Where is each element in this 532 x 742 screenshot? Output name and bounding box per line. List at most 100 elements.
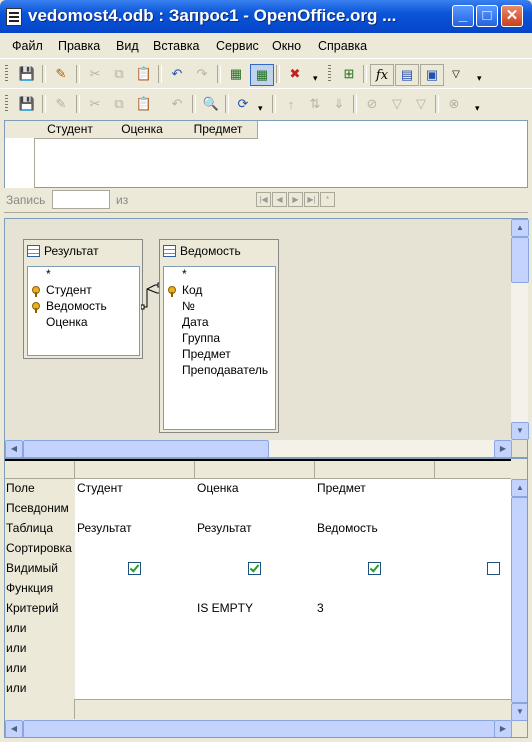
- cut-icon[interactable]: ✂: [84, 64, 106, 84]
- edit-data-icon[interactable]: ✎: [50, 94, 72, 114]
- undo-icon[interactable]: ↶: [166, 64, 188, 84]
- field-item[interactable]: №: [182, 299, 195, 313]
- grid-cell-table[interactable]: Результат: [75, 519, 198, 540]
- field-item[interactable]: Оценка: [46, 315, 88, 329]
- visible-checkbox[interactable]: [487, 562, 500, 575]
- edit-mode-icon[interactable]: ✎: [50, 64, 72, 84]
- scroll-up-icon[interactable]: ▲: [511, 479, 527, 497]
- scroll-thumb[interactable]: [511, 237, 529, 283]
- grid-cell-or[interactable]: [315, 619, 438, 640]
- relations-vertical-scrollbar[interactable]: ▲ ▼: [511, 219, 529, 440]
- find-icon[interactable]: 🔍: [200, 94, 222, 114]
- grid-cell-or[interactable]: [315, 679, 438, 700]
- sort-icon[interactable]: ⇓: [328, 94, 350, 114]
- toolbar-overflow-icon[interactable]: ▾: [475, 103, 483, 115]
- scroll-down-icon[interactable]: ▼: [511, 422, 529, 440]
- grid-cell-or[interactable]: [435, 639, 513, 660]
- grid-cell-table[interactable]: Результат: [195, 519, 318, 540]
- field-item[interactable]: *: [46, 267, 51, 281]
- scroll-left-icon[interactable]: ◀: [5, 440, 23, 458]
- result-column-header[interactable]: Оценка: [105, 121, 180, 139]
- grid-cell-field[interactable]: Студент: [75, 479, 198, 500]
- grid-cell-alias[interactable]: [435, 499, 513, 520]
- grid-cell-or[interactable]: [75, 619, 198, 640]
- toolbar-overflow-icon[interactable]: ▾: [313, 73, 321, 85]
- grid-cell-field[interactable]: [435, 479, 513, 500]
- scroll-right-icon[interactable]: ▶: [494, 720, 512, 737]
- grid-cell-criteria[interactable]: 3: [315, 599, 438, 620]
- grid-cell-or[interactable]: [315, 639, 438, 660]
- scroll-up-icon[interactable]: ▲: [511, 219, 529, 237]
- grid-cell-or[interactable]: [195, 679, 318, 700]
- column-header[interactable]: [75, 461, 195, 479]
- result-column-header[interactable]: Предмет: [179, 121, 258, 139]
- grid-vertical-scrollbar[interactable]: ▲ ▼: [511, 479, 527, 721]
- add-table-icon[interactable]: ▦: [250, 64, 274, 86]
- menu-help[interactable]: Справка: [318, 39, 367, 53]
- toolbar-overflow-icon[interactable]: ▾: [477, 73, 485, 85]
- record-number-field[interactable]: [52, 190, 110, 209]
- grid-cell-or[interactable]: [315, 659, 438, 680]
- grid-cell-alias[interactable]: [315, 499, 438, 520]
- grid-cell-alias[interactable]: [195, 499, 318, 520]
- grid-cell-sort[interactable]: [315, 539, 438, 560]
- add-table-icon[interactable]: ⊞: [338, 64, 360, 84]
- field-item[interactable]: Код: [182, 283, 202, 297]
- sort-descending-icon[interactable]: ⇅: [304, 94, 326, 114]
- table-window-rezultat[interactable]: Результат * Студент Ведомость Оценка: [23, 239, 143, 359]
- field-item[interactable]: Предмет: [182, 347, 231, 361]
- grid-cell-sort[interactable]: [75, 539, 198, 560]
- grid-cell-criteria[interactable]: IS EMPTY: [195, 599, 318, 620]
- field-item[interactable]: Ведомость: [46, 299, 107, 313]
- visible-checkbox[interactable]: [248, 562, 261, 575]
- copy-icon[interactable]: ⧉: [108, 94, 130, 114]
- grid-cell-function[interactable]: [195, 579, 318, 600]
- copy-icon[interactable]: ⧉: [108, 64, 130, 84]
- menu-window[interactable]: Окно: [272, 39, 301, 53]
- visible-checkbox[interactable]: [128, 562, 141, 575]
- result-column-header[interactable]: Студент: [35, 121, 106, 139]
- grid-cell-sort[interactable]: [195, 539, 318, 560]
- scroll-right-icon[interactable]: ▶: [494, 440, 512, 458]
- grid-cell-criteria[interactable]: [435, 599, 513, 620]
- visible-checkbox[interactable]: [368, 562, 381, 575]
- cut-icon[interactable]: ✂: [84, 94, 106, 114]
- redo-icon[interactable]: ↷: [191, 64, 213, 84]
- paste-icon[interactable]: 📋: [133, 64, 155, 84]
- undo-icon[interactable]: ↶: [166, 94, 188, 114]
- field-item[interactable]: Студент: [46, 283, 92, 297]
- clear-query-icon[interactable]: ✖: [284, 64, 306, 84]
- field-item[interactable]: Дата: [182, 315, 209, 329]
- field-item[interactable]: Группа: [182, 331, 220, 345]
- table-names-icon[interactable]: ▣: [420, 64, 444, 86]
- grid-cell-or[interactable]: [435, 679, 513, 700]
- grid-horizontal-scrollbar[interactable]: ◀ ▶: [5, 720, 512, 737]
- grid-cell-or[interactable]: [75, 659, 198, 680]
- menu-tools[interactable]: Сервис: [216, 39, 259, 53]
- grid-cell-or[interactable]: [435, 619, 513, 640]
- toolbar-grip[interactable]: [5, 95, 8, 113]
- grid-cell-field[interactable]: Предмет: [315, 479, 438, 500]
- grid-cell-field[interactable]: Оценка: [195, 479, 318, 500]
- design-view-icon[interactable]: ▦: [225, 64, 247, 84]
- grid-cell-function[interactable]: [315, 579, 438, 600]
- save-record-icon[interactable]: 💾: [16, 94, 38, 114]
- column-header[interactable]: [195, 461, 315, 479]
- menu-insert[interactable]: Вставка: [153, 39, 199, 53]
- new-record-icon[interactable]: *: [320, 192, 335, 207]
- grid-cell-or[interactable]: [75, 679, 198, 700]
- field-list[interactable]: * Код № Дата Группа Предмет Преподавател…: [163, 266, 276, 430]
- field-names-icon[interactable]: ▤: [395, 64, 419, 86]
- menu-file[interactable]: Файл: [12, 39, 43, 53]
- autofilter-icon[interactable]: ⊘: [361, 94, 383, 114]
- grid-cell-criteria[interactable]: [75, 599, 198, 620]
- column-header[interactable]: [435, 461, 511, 479]
- refresh-dropdown-icon[interactable]: ▾: [258, 103, 266, 115]
- previous-record-icon[interactable]: ◀: [272, 192, 287, 207]
- grid-cell-or[interactable]: [195, 639, 318, 660]
- column-header[interactable]: [315, 461, 435, 479]
- grid-cell-or[interactable]: [75, 639, 198, 660]
- minimize-button[interactable]: _: [452, 5, 474, 27]
- sort-ascending-icon[interactable]: ↑: [280, 94, 302, 114]
- splitter[interactable]: [4, 212, 528, 216]
